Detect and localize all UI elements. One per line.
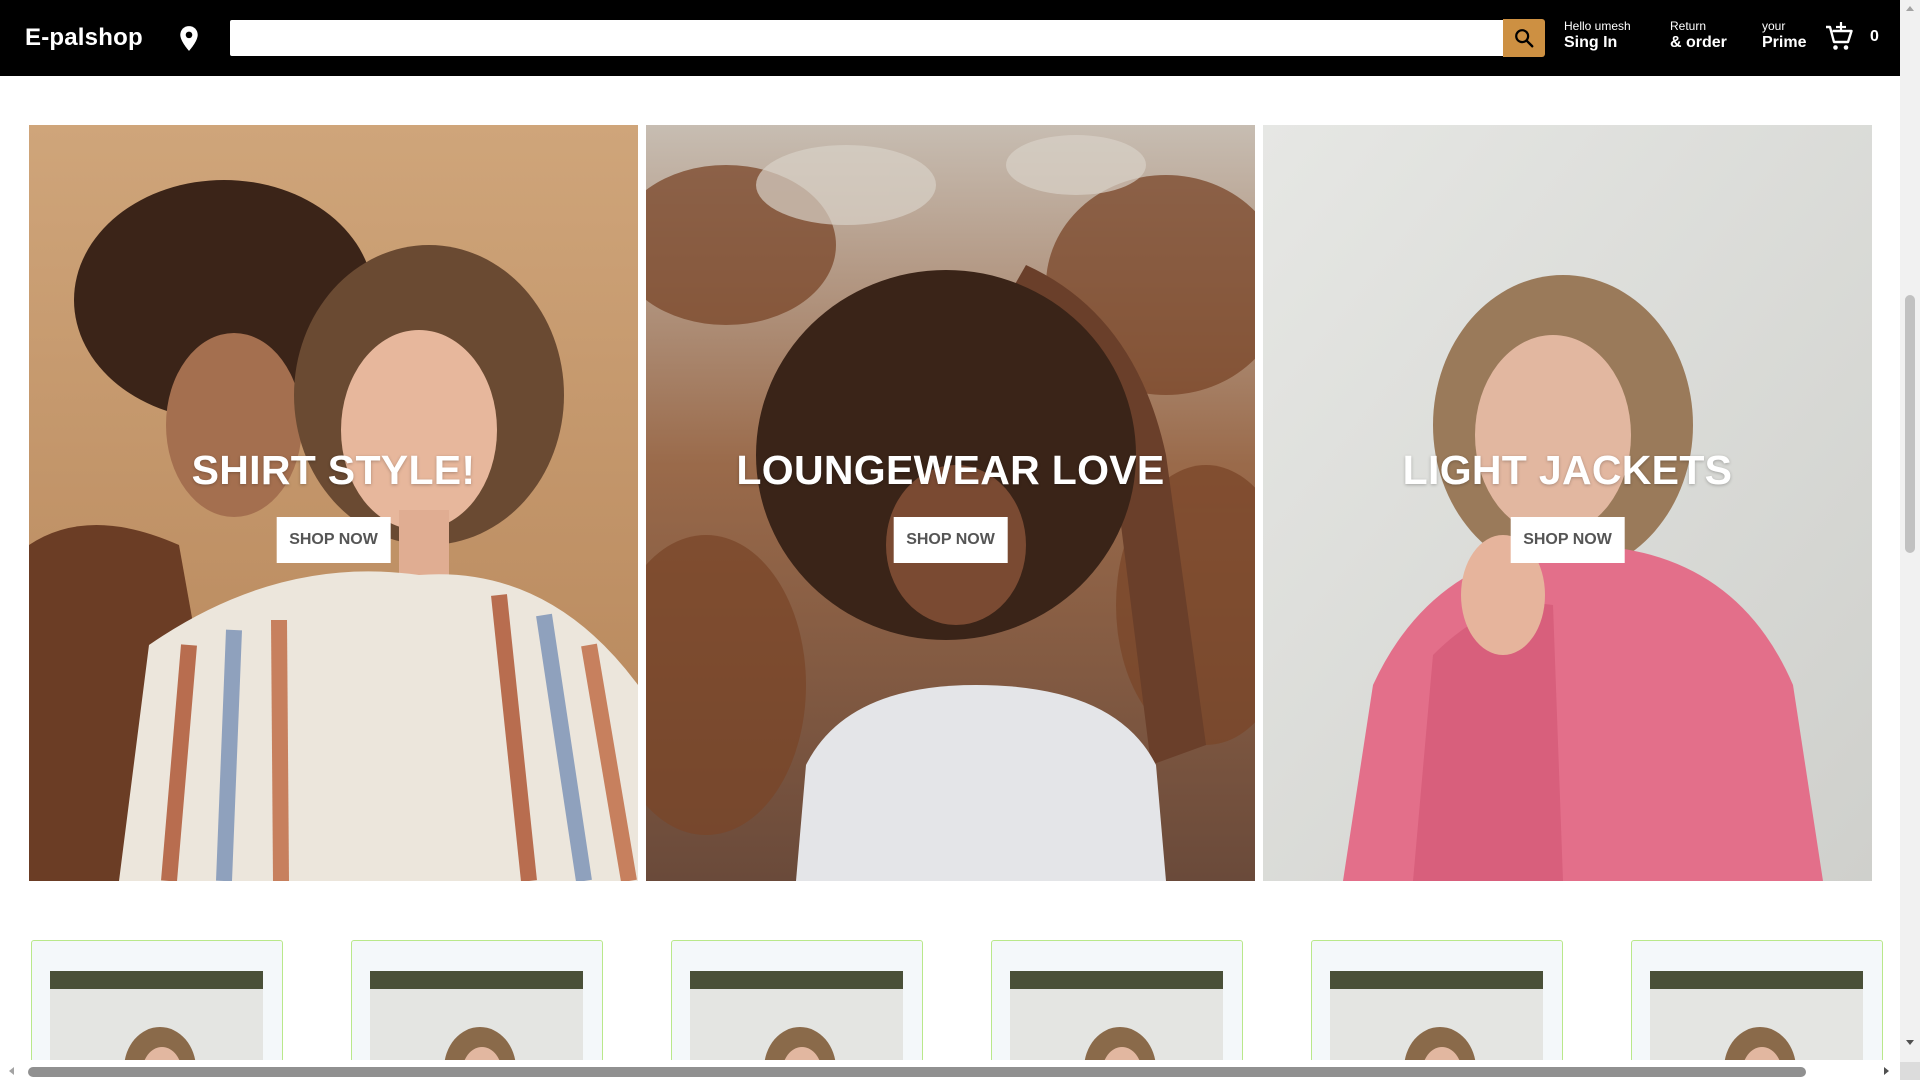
product-card[interactable] [671, 940, 923, 1060]
product-image [370, 971, 583, 1060]
product-image [50, 971, 263, 1060]
prime-label: Prime [1762, 33, 1807, 51]
shop-now-button[interactable]: SHOP NOW [276, 517, 391, 563]
horizontal-scrollbar[interactable] [0, 1062, 1900, 1080]
product-image [1330, 971, 1543, 1060]
banner-photo [1263, 125, 1872, 881]
product-card[interactable] [1631, 940, 1883, 1060]
site-logo[interactable]: E-palshop [25, 24, 143, 52]
banner-title: LIGHT JACKETS [1402, 447, 1733, 493]
product-image [690, 971, 903, 1060]
product-image [1650, 971, 1863, 1060]
map-pin-icon[interactable] [178, 25, 200, 53]
banner-shirt-style[interactable]: SHIRT STYLE! SHOP NOW [29, 125, 638, 881]
banner-loungewear-love[interactable]: LOUNGEWEAR LOVE SHOP NOW [646, 125, 1255, 881]
product-card[interactable] [351, 940, 603, 1060]
signin-label: Sing In [1564, 33, 1618, 51]
orders-label: & order [1670, 33, 1727, 51]
cart-icon[interactable] [1824, 21, 1854, 53]
scrollbar-corner [1900, 1062, 1920, 1080]
scroll-left-arrow-icon[interactable] [9, 1067, 14, 1075]
prime-prefix: your [1762, 19, 1786, 33]
vertical-scroll-thumb[interactable] [1905, 295, 1915, 553]
banner-light-jackets[interactable]: LIGHT JACKETS SHOP NOW [1263, 125, 1872, 881]
search-input[interactable] [230, 20, 1503, 56]
banner-photo [646, 125, 1255, 881]
banner-title: SHIRT STYLE! [191, 447, 476, 493]
top-nav-bar: E-palshop Hello umesh Sing In Return & o… [0, 0, 1900, 76]
search-button[interactable] [1503, 19, 1545, 57]
product-card[interactable] [991, 940, 1243, 1060]
returns-label: Return [1670, 19, 1707, 33]
shop-now-button[interactable]: SHOP NOW [1510, 517, 1625, 563]
search-icon [1515, 29, 1534, 48]
greeting-text: Hello umesh [1564, 19, 1631, 33]
horizontal-scroll-thumb[interactable] [28, 1067, 1806, 1077]
banner-title: LOUNGEWEAR LOVE [736, 447, 1165, 493]
prime-option[interactable]: your Prime [1762, 19, 1807, 52]
product-card[interactable] [31, 940, 283, 1060]
cart-count: 0 [1870, 28, 1879, 45]
scroll-up-arrow-icon[interactable] [1906, 6, 1914, 11]
product-card[interactable] [1311, 940, 1563, 1060]
product-card-row [0, 940, 1900, 1060]
returns-orders-option[interactable]: Return & order [1670, 19, 1727, 52]
signin-option[interactable]: Hello umesh Sing In [1564, 19, 1631, 52]
scroll-down-arrow-icon[interactable] [1906, 1040, 1914, 1045]
scroll-right-arrow-icon[interactable] [1884, 1067, 1889, 1075]
vertical-scrollbar[interactable] [1900, 0, 1920, 1062]
shop-now-button[interactable]: SHOP NOW [893, 517, 1008, 563]
product-image [1010, 971, 1223, 1060]
banner-photo [29, 125, 638, 881]
